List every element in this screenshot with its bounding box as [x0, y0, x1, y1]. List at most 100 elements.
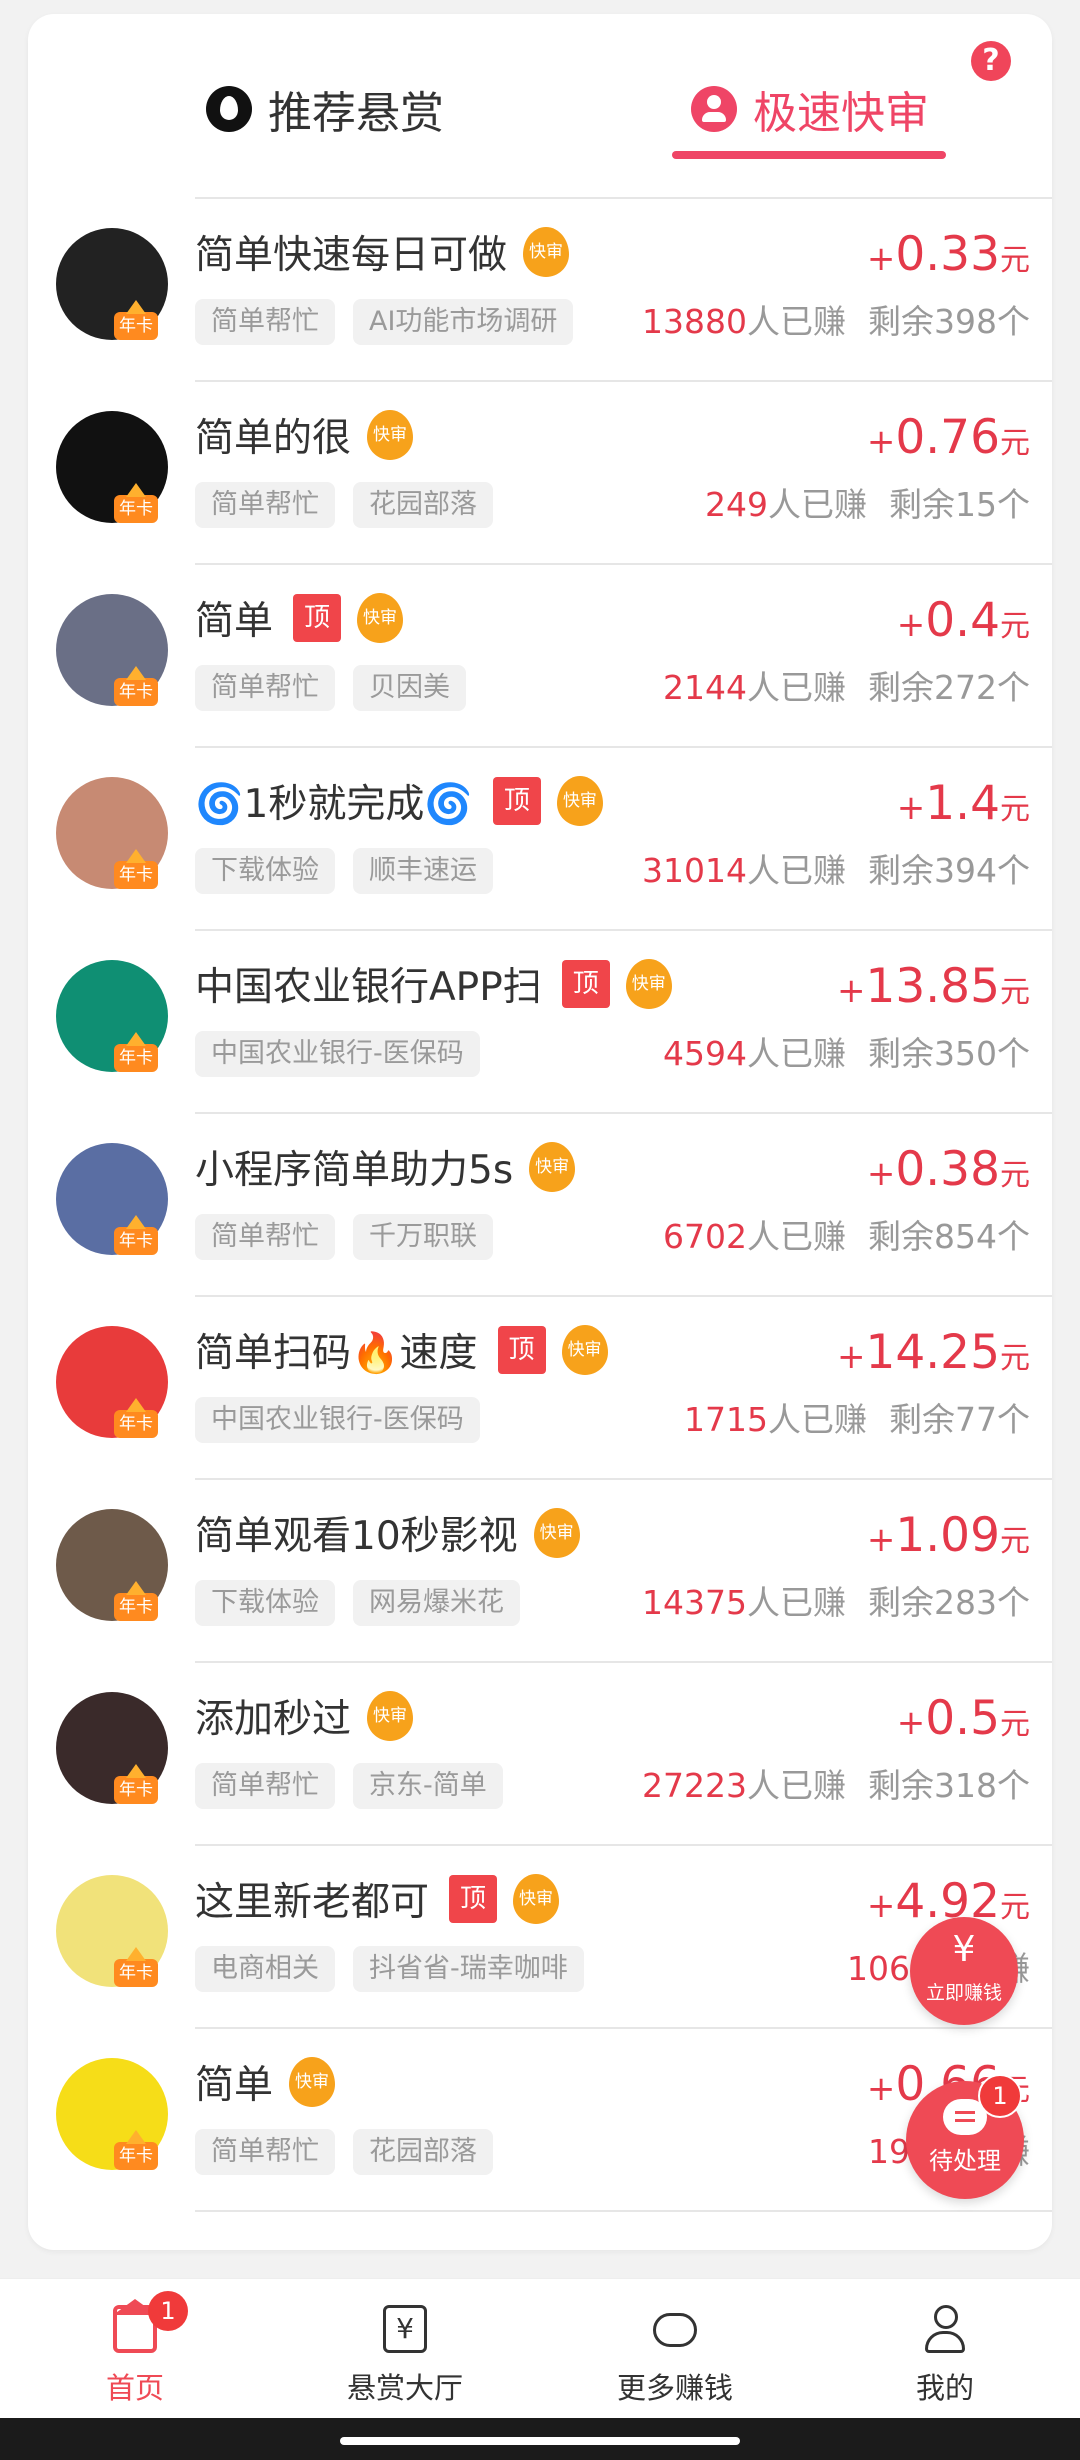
- tabbar-reward-hall[interactable]: ¥ 悬赏大厅: [270, 2279, 540, 2419]
- task-stats: 4594人已赚 剩余350个: [663, 1031, 1030, 1077]
- remaining-value: 394: [934, 851, 997, 890]
- earned-count: 1715: [684, 1400, 768, 1439]
- task-item[interactable]: 年卡 添加秒过 快审 +0.5元 简单帮忙 京东-简单 27223人已赚 剩余318个: [28, 1661, 1052, 1844]
- task-stats: 1715人已赚 剩余77个: [684, 1397, 1030, 1443]
- remaining-prefix: 剩余: [868, 302, 934, 341]
- remaining-value: 15: [955, 485, 997, 524]
- remaining-count: 剩余398个: [868, 302, 1030, 341]
- task-tag-chip: 下载体验: [195, 848, 335, 894]
- fast-review-tag: 快审: [289, 2057, 336, 2107]
- task-title: 这里新老都可: [195, 1880, 430, 1925]
- task-tag-chip: 简单帮忙: [195, 665, 335, 711]
- task-title-row: 🌀1秒就完成🌀 顶快审: [195, 773, 603, 829]
- earned-label: 人已赚: [747, 1766, 846, 1805]
- remaining-count: 剩余854个: [868, 1217, 1030, 1256]
- task-reward: +13.85元: [837, 959, 1030, 1014]
- task-tags: 简单帮忙 AI功能市场调研: [195, 299, 591, 345]
- task-title: 简单扫码🔥速度: [195, 1331, 478, 1376]
- earned-label: 人已赚: [768, 1400, 867, 1439]
- remaining-suffix: 个: [997, 1217, 1030, 1256]
- tab-fast-review[interactable]: 极速快审: [691, 74, 929, 144]
- task-item[interactable]: 年卡 🌀1秒就完成🌀 顶快审 +1.4元下载体验 顺丰速运 31014人已赚 剩余394个: [28, 746, 1052, 929]
- plus-sign: +: [866, 1154, 896, 1194]
- task-item[interactable]: 年卡简单快审+0.66元简单帮忙花园部落196人已赚: [28, 2027, 1052, 2210]
- task-reward-value: 1.4: [925, 776, 1000, 831]
- earned-label: 人已赚: [747, 302, 846, 341]
- annual-card-badge: 年卡: [114, 1581, 158, 1621]
- help-icon[interactable]: ?: [971, 41, 1011, 81]
- earn-now-button[interactable]: ¥ 立即赚钱: [910, 1917, 1018, 2025]
- currency-unit: 元: [1000, 1158, 1030, 1193]
- annual-card-badge: 年卡: [114, 300, 158, 340]
- annual-card-badge: 年卡: [114, 483, 158, 523]
- task-tag-chip: 中国农业银行-医保码: [195, 1397, 480, 1443]
- remaining-count: 剩余77个: [889, 1400, 1030, 1439]
- tabbar-more-earn-label: 更多赚钱: [616, 2371, 733, 2405]
- user-icon: [691, 86, 737, 132]
- task-title: 小程序简单助力5s: [195, 1148, 514, 1193]
- task-tag-chip: 简单帮忙: [195, 1763, 335, 1809]
- plus-sign: +: [896, 605, 926, 645]
- remaining-prefix: 剩余: [868, 1583, 934, 1622]
- plus-sign: +: [866, 2069, 896, 2109]
- tab-recommend[interactable]: 推荐悬赏: [206, 74, 444, 144]
- annual-card-badge: 年卡: [114, 1215, 158, 1255]
- task-tags: 下载体验 顺丰速运: [195, 848, 511, 894]
- currency-unit: 元: [1000, 426, 1030, 461]
- gamepad-icon: [653, 2313, 697, 2347]
- task-title-row: 小程序简单助力5s 快审: [195, 1139, 576, 1195]
- task-reward-value: 0.4: [925, 593, 1000, 648]
- task-item[interactable]: 年卡 小程序简单助力5s 快审 +0.38元 简单帮忙 千万职联 6702人已赚 剩余854个: [28, 1112, 1052, 1295]
- earned-count: 4594: [663, 1034, 747, 1073]
- task-tags: 简单帮忙 花园部落: [195, 482, 511, 528]
- fast-review-tag: 快审: [556, 776, 603, 826]
- tabbar-mine[interactable]: 我的: [810, 2279, 1080, 2419]
- task-title: 中国农业银行APP扫: [195, 965, 542, 1010]
- profile-icon: [923, 2305, 967, 2353]
- home-indicator[interactable]: [340, 2437, 740, 2445]
- task-item[interactable]: 年卡 简单的很 快审 +0.76元 简单帮忙 花园部落 249人已赚 剩余15个: [28, 380, 1052, 563]
- remaining-suffix: 个: [997, 1034, 1030, 1073]
- tabbar-home[interactable]: 首页: [0, 2279, 270, 2419]
- remaining-count: 剩余350个: [868, 1034, 1030, 1073]
- plus-sign: +: [866, 422, 896, 462]
- task-reward: +1.4元: [897, 776, 1030, 831]
- annual-card-badge: 年卡: [114, 666, 158, 706]
- annual-card-badge: 年卡: [114, 849, 158, 889]
- pinned-tag: 顶: [449, 1875, 498, 1923]
- remaining-value: 77: [955, 1400, 997, 1439]
- task-reward: +14.25元: [837, 1325, 1030, 1380]
- task-tag-chip: 下载体验: [195, 1580, 335, 1626]
- remaining-count: 剩余15个: [889, 485, 1030, 524]
- task-tags: 电商相关 抖省省-瑞幸咖啡: [195, 1946, 602, 1992]
- task-tags: 简单帮忙 京东-简单: [195, 1763, 521, 1809]
- task-item[interactable]: 年卡 中国农业银行APP扫顶快审 +13.85元 中国农业银行-医保码 4594人已赚剩…: [28, 929, 1052, 1112]
- plus-sign: +: [866, 1886, 896, 1926]
- task-item[interactable]: 年卡 简单顶快审 +0.4元 简单帮忙 贝因美 2144人已赚 剩余272个: [28, 563, 1052, 746]
- task-stats: 31014人已赚 剩余394个: [642, 848, 1030, 894]
- earned-count: 13880: [642, 302, 747, 341]
- remaining-value: 854: [934, 1217, 997, 1256]
- task-item[interactable]: 年卡 简单扫码🔥速度顶快审 +14.25元 中国农业银行-医保码 1715人已赚 剩余77…: [28, 1295, 1052, 1478]
- remaining-count: 剩余394个: [868, 851, 1030, 890]
- fire-icon: [206, 86, 252, 132]
- task-tag-chip: 抖省省-瑞幸咖啡: [353, 1946, 584, 1992]
- earned-count: 2144: [663, 668, 747, 707]
- task-item[interactable]: 年卡 简单观看10秒影视 快审 +1.09元 下载体验 网易爆米花 14375人已赚 剩余28…: [28, 1478, 1052, 1661]
- tabbar-more-earn[interactable]: 更多赚钱: [540, 2279, 810, 2419]
- task-item[interactable]: 年卡这里新老都可顶快审+4.92元电商相关抖省省-瑞幸咖啡1067人已赚: [28, 1844, 1052, 2027]
- task-item[interactable]: 年卡 简单快速每日可做 快审 +0.33元 简单帮忙 AI功能市场调研 13880人已赚 剩余…: [28, 197, 1052, 380]
- plus-sign: +: [866, 239, 896, 279]
- task-list-card: ? 推荐悬赏 极速快审 年卡 简单快速每日可做 快审 +0.33元 简单帮忙 AI功能市场…: [28, 14, 1052, 2250]
- task-title: 简单快速每日可做: [195, 233, 508, 278]
- pending-count-badge: 1: [978, 2074, 1022, 2118]
- task-reward-value: 0.5: [925, 1691, 1000, 1746]
- fast-review-tag: 快审: [625, 959, 672, 1009]
- task-reward-value: 13.85: [865, 959, 1000, 1014]
- task-tag-chip: 简单帮忙: [195, 1214, 335, 1260]
- task-tags: 简单帮忙 贝因美: [195, 665, 484, 711]
- task-reward: +0.38元: [867, 1142, 1030, 1197]
- remaining-prefix: 剩余: [889, 485, 955, 524]
- pinned-tag: 顶: [492, 777, 541, 825]
- currency-unit: 元: [1000, 243, 1030, 278]
